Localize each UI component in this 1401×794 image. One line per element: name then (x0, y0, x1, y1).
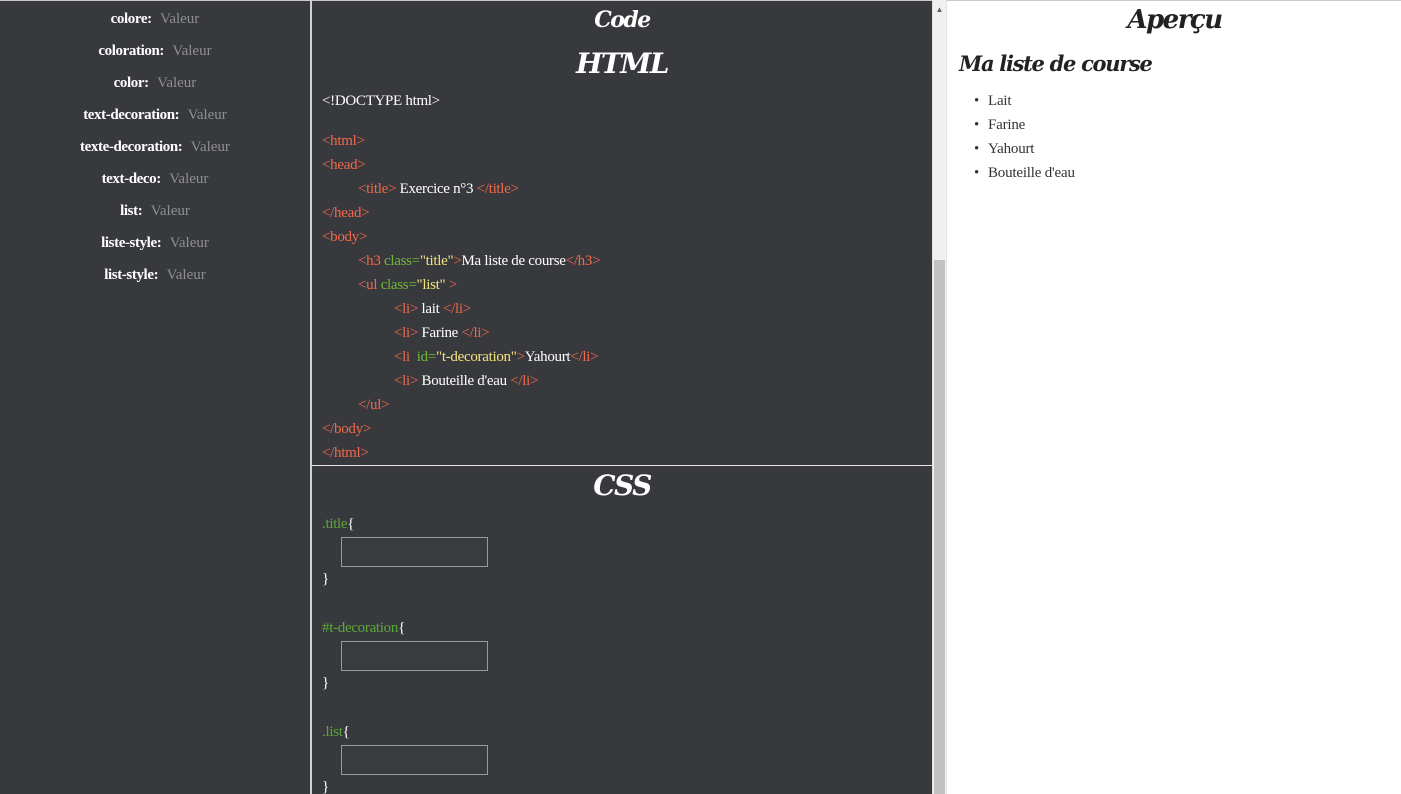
code-line-body-close: </body> (322, 421, 371, 437)
code-line-head-close: </head> (322, 205, 370, 221)
property-item-coloration[interactable]: coloration: Valeur (0, 36, 310, 66)
list-item: Yahourt (971, 137, 1075, 161)
css-rule-close-brace: } (322, 779, 329, 794)
code-line-doctype: <!DOCTYPE html> (322, 93, 440, 109)
property-value: Valeur (160, 11, 200, 27)
css-rule-list-selector: .list{ (322, 724, 350, 740)
preview-heading: Ma liste de course (959, 51, 1153, 76)
code-line-li-2: <li> Farine </li> (394, 325, 490, 341)
property-value: Valeur (172, 43, 212, 59)
property-item-colore[interactable]: colore: Valeur (0, 4, 310, 34)
property-item-liste-style[interactable]: liste-style: Valeur (0, 228, 310, 258)
property-value: Valeur (150, 203, 190, 219)
property-value: Valeur (169, 171, 209, 187)
property-value: Valeur (166, 267, 206, 283)
property-name: text-deco (101, 171, 157, 187)
css-input-list[interactable] (341, 745, 488, 775)
property-name: texte-decoration (80, 139, 178, 155)
property-item-texte-decoration[interactable]: texte-decoration: Valeur (0, 132, 310, 162)
property-value: Valeur (187, 107, 227, 123)
property-name: color (113, 75, 145, 91)
property-name: list (120, 203, 138, 219)
code-line-h3: <h3 class="title">Ma liste de course</h3… (358, 253, 601, 269)
property-name: colore (110, 11, 148, 27)
html-section-title: HTML (576, 47, 669, 80)
scroll-up-arrow-icon[interactable]: ▲ (933, 4, 946, 16)
property-item-text-decoration[interactable]: text-decoration: Valeur (0, 100, 310, 130)
property-item-list-style[interactable]: list-style: Valeur (0, 260, 310, 290)
property-name: liste-style (101, 235, 157, 251)
css-section-title: CSS (593, 469, 652, 502)
list-item: Lait (971, 89, 1075, 113)
code-line-body-open: <body> (322, 229, 368, 245)
property-value: Valeur (157, 75, 197, 91)
code-line-title: <title> Exercice n°3 </title> (358, 181, 519, 197)
property-item-text-deco[interactable]: text-deco: Valeur (0, 164, 310, 194)
code-line-head-open: <head> (322, 157, 366, 173)
code-line-li-4: <li> Bouteille d'eau </li> (394, 373, 539, 389)
code-line-html-close: </html> (322, 445, 369, 461)
preview-panel: Aperçu Ma liste de course Lait Farine Ya… (946, 0, 1401, 794)
css-rule-close-brace: } (322, 571, 329, 587)
code-title: Code (594, 7, 651, 33)
css-rule-t-decoration-selector: #t-decoration{ (322, 620, 405, 636)
property-value: Valeur (169, 235, 209, 251)
preview-title: Aperçu (1127, 5, 1223, 35)
scrollbar-thumb[interactable] (934, 260, 945, 794)
section-divider (312, 465, 932, 466)
code-panel: Code HTML <!DOCTYPE html> <html> <head> … (312, 0, 932, 794)
code-line-html-open: <html> (322, 133, 365, 149)
vertical-scrollbar[interactable]: ▲ (932, 0, 946, 794)
css-rule-title-selector: .title{ (322, 516, 355, 532)
css-input-t-decoration[interactable] (341, 641, 488, 671)
css-input-title[interactable] (341, 537, 488, 567)
css-rule-close-brace: } (322, 675, 329, 691)
property-item-list[interactable]: list: Valeur (0, 196, 310, 226)
list-item: Farine (971, 113, 1075, 137)
code-line-li-1: <li> lait </li> (394, 301, 471, 317)
properties-panel: colore: Valeur coloration: Valeur color: Va… (0, 0, 310, 794)
preview-list: Lait Farine Yahourt Bouteille d'eau (971, 89, 1075, 185)
property-item-color[interactable]: color: Valeur (0, 68, 310, 98)
code-line-li-3: <li id="t-decoration">Yahourt</li> (394, 349, 599, 365)
code-line-ul-open: <ul class="list" > (358, 277, 457, 293)
property-value: Valeur (190, 139, 230, 155)
list-item: Bouteille d'eau (971, 161, 1075, 185)
property-name: list-style (104, 267, 154, 283)
property-name: coloration (98, 43, 160, 59)
code-line-ul-close: </ul> (358, 397, 390, 413)
property-name: text-decoration (83, 107, 175, 123)
